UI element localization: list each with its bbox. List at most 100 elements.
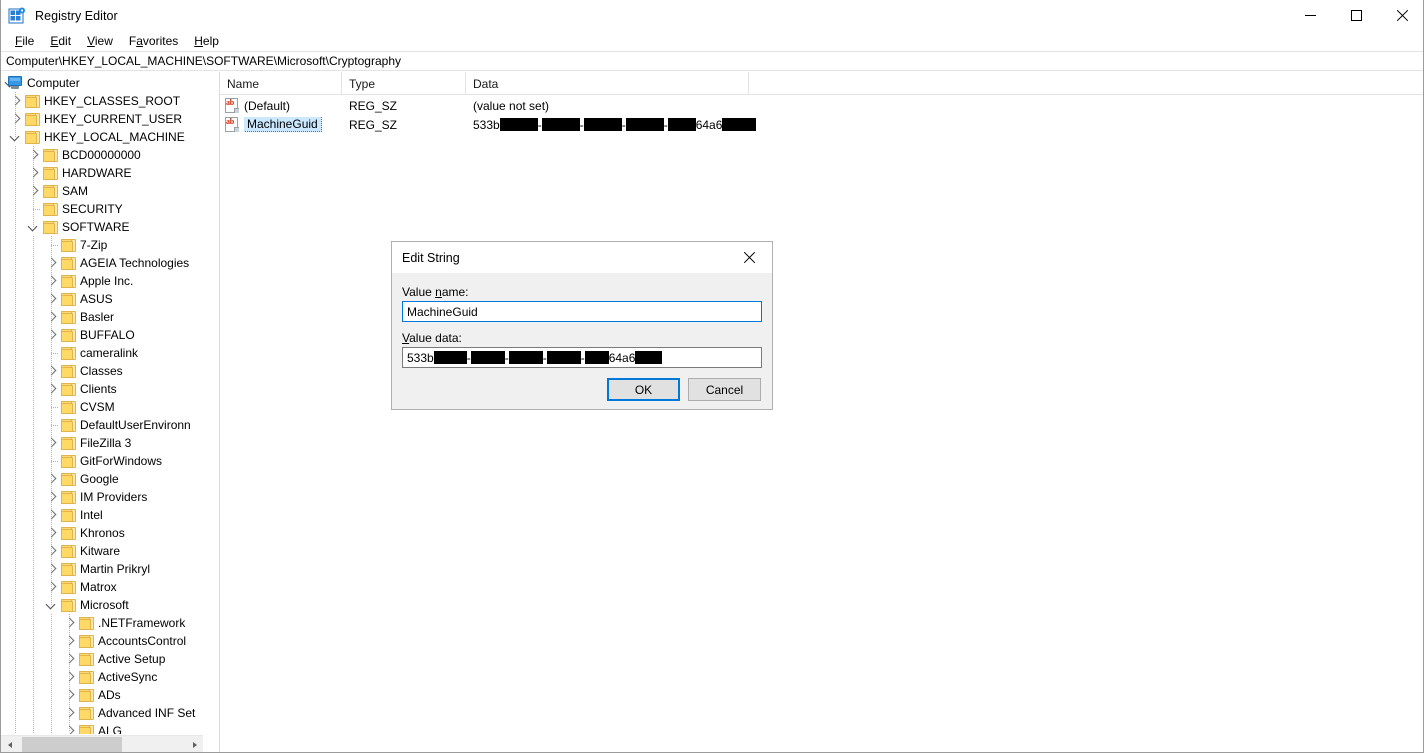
tree-item-buffalo[interactable]: BUFFALO xyxy=(1,326,195,344)
tree-item-intel[interactable]: Intel xyxy=(1,506,195,524)
chevron-right-icon[interactable] xyxy=(44,254,60,272)
tree-item-bcd00000000[interactable]: BCD00000000 xyxy=(1,146,195,164)
tree-item-google[interactable]: Google xyxy=(1,470,195,488)
tree-item-advanced-inf-set[interactable]: Advanced INF Set xyxy=(1,704,195,722)
minimize-button[interactable] xyxy=(1287,0,1333,31)
chevron-right-icon xyxy=(192,741,197,748)
tree-item-gitforwindows[interactable]: GitForWindows xyxy=(1,452,195,470)
tree-item-khronos[interactable]: Khronos xyxy=(1,524,195,542)
menu-favorites[interactable]: Favorites xyxy=(121,32,186,50)
chevron-right-icon[interactable] xyxy=(8,110,24,128)
hscrollbar-thumb[interactable] xyxy=(22,737,122,752)
address-bar[interactable]: Computer\HKEY_LOCAL_MACHINE\SOFTWARE\Mic… xyxy=(1,51,1423,71)
tree-item-alg[interactable]: ALG xyxy=(1,722,195,734)
tree-item-software[interactable]: SOFTWARE xyxy=(1,218,195,236)
tree-item-accountscontrol[interactable]: AccountsControl xyxy=(1,632,195,650)
tree-item-filezilla-3[interactable]: FileZilla 3 xyxy=(1,434,195,452)
tree-item-label: Microsoft xyxy=(80,598,129,612)
tree-item-defaultuserenvironn[interactable]: DefaultUserEnvironn xyxy=(1,416,195,434)
chevron-right-icon[interactable] xyxy=(44,488,60,506)
chevron-right-icon[interactable] xyxy=(26,146,42,164)
chevron-down-icon[interactable] xyxy=(8,128,24,146)
tree-item-ageia-technologies[interactable]: AGEIA Technologies xyxy=(1,254,195,272)
tree-guide-line xyxy=(15,254,16,272)
value-name-input[interactable]: MachineGuid xyxy=(402,301,762,322)
chevron-right-icon[interactable] xyxy=(26,164,42,182)
dialog-close-button[interactable] xyxy=(727,242,772,272)
close-button[interactable] xyxy=(1379,0,1423,31)
value-data-middle: 64a6 xyxy=(608,350,636,365)
chevron-right-icon[interactable] xyxy=(62,632,78,650)
tree-item-hkey-current-user[interactable]: HKEY_CURRENT_USER xyxy=(1,110,195,128)
chevron-right-icon[interactable] xyxy=(44,290,60,308)
tree-item-hkey-local-machine[interactable]: HKEY_LOCAL_MACHINE xyxy=(1,128,195,146)
chevron-down-icon[interactable] xyxy=(26,218,42,236)
table-row[interactable]: ab MachineGuid REG_SZ 533b - - - -64a6 xyxy=(220,115,1423,134)
tree-item-martin-prikryl[interactable]: Martin Prikryl xyxy=(1,560,195,578)
tree-item-sam[interactable]: SAM xyxy=(1,182,195,200)
tree-item-ads[interactable]: ADs xyxy=(1,686,195,704)
tree-item-clients[interactable]: Clients xyxy=(1,380,195,398)
chevron-right-icon[interactable] xyxy=(44,506,60,524)
scroll-left-button[interactable] xyxy=(1,736,18,752)
maximize-button[interactable] xyxy=(1333,0,1379,31)
tree-guide-line xyxy=(33,470,34,488)
chevron-right-icon[interactable] xyxy=(62,704,78,722)
tree-indent xyxy=(1,560,61,578)
tree-item-hkey-classes-root[interactable]: HKEY_CLASSES_ROOT xyxy=(1,92,195,110)
menu-help[interactable]: Help xyxy=(186,32,227,50)
column-header-data[interactable]: Data xyxy=(466,72,749,95)
chevron-right-icon[interactable] xyxy=(44,326,60,344)
chevron-right-icon[interactable] xyxy=(8,92,24,110)
chevron-right-icon[interactable] xyxy=(44,362,60,380)
tree-item-label: Classes xyxy=(80,364,123,378)
chevron-down-icon[interactable] xyxy=(44,596,60,614)
chevron-right-icon[interactable] xyxy=(44,272,60,290)
tree-item-activesync[interactable]: ActiveSync xyxy=(1,668,195,686)
chevron-right-icon[interactable] xyxy=(26,182,42,200)
chevron-right-icon[interactable] xyxy=(44,470,60,488)
ok-button[interactable]: OK xyxy=(607,378,680,401)
chevron-right-icon[interactable] xyxy=(44,434,60,452)
chevron-right-icon[interactable] xyxy=(62,668,78,686)
content-panes: Computer HKEY_CLASSES_ROOT HKEY_CURRENT_US… xyxy=(1,72,1423,752)
tree-item-apple-inc[interactable]: Apple Inc. xyxy=(1,272,195,290)
chevron-right-icon[interactable] xyxy=(44,542,60,560)
chevron-right-icon[interactable] xyxy=(62,686,78,704)
tree-guide-line xyxy=(33,236,34,254)
chevron-right-icon[interactable] xyxy=(62,650,78,668)
tree-item-basler[interactable]: Basler xyxy=(1,308,195,326)
tree-item-matrox[interactable]: Matrox xyxy=(1,578,195,596)
tree-item-kitware[interactable]: Kitware xyxy=(1,542,195,560)
tree-item-7-zip[interactable]: 7-Zip xyxy=(1,236,195,254)
cancel-button[interactable]: Cancel xyxy=(688,378,761,401)
chevron-right-icon[interactable] xyxy=(44,524,60,542)
tree-item-cameralink[interactable]: cameralink xyxy=(1,344,195,362)
value-data-input[interactable]: 533b - - - -64a6 xyxy=(402,347,762,368)
column-header-type[interactable]: Type xyxy=(342,72,466,95)
tree-item-security[interactable]: SECURITY xyxy=(1,200,195,218)
menu-file[interactable]: File xyxy=(7,32,42,50)
pane-splitter[interactable] xyxy=(203,72,220,752)
tree-item-netframework[interactable]: .NETFramework xyxy=(1,614,195,632)
menu-view[interactable]: View xyxy=(79,32,121,50)
tree-item-microsoft[interactable]: Microsoft xyxy=(1,596,195,614)
tree-item-hardware[interactable]: HARDWARE xyxy=(1,164,195,182)
column-header-name[interactable]: Name xyxy=(220,72,342,95)
tree-item-computer[interactable]: Computer xyxy=(1,74,195,92)
tree-item-asus[interactable]: ASUS xyxy=(1,290,195,308)
tree-item-active-setup[interactable]: Active Setup xyxy=(1,650,195,668)
chevron-right-icon[interactable] xyxy=(44,308,60,326)
tree-item-cvsm[interactable]: CVSM xyxy=(1,398,195,416)
tree-item-im-providers[interactable]: IM Providers xyxy=(1,488,195,506)
table-row[interactable]: ab (Default) REG_SZ (value not set) xyxy=(220,96,1423,115)
chevron-right-icon[interactable] xyxy=(44,560,60,578)
chevron-right-icon[interactable] xyxy=(62,722,78,734)
chevron-right-icon[interactable] xyxy=(44,578,60,596)
chevron-right-icon[interactable] xyxy=(62,614,78,632)
scroll-right-button[interactable] xyxy=(186,736,203,752)
menu-edit[interactable]: Edit xyxy=(42,32,79,50)
chevron-right-icon[interactable] xyxy=(44,380,60,398)
tree-item-classes[interactable]: Classes xyxy=(1,362,195,380)
tree-horizontal-scrollbar[interactable] xyxy=(1,735,203,752)
